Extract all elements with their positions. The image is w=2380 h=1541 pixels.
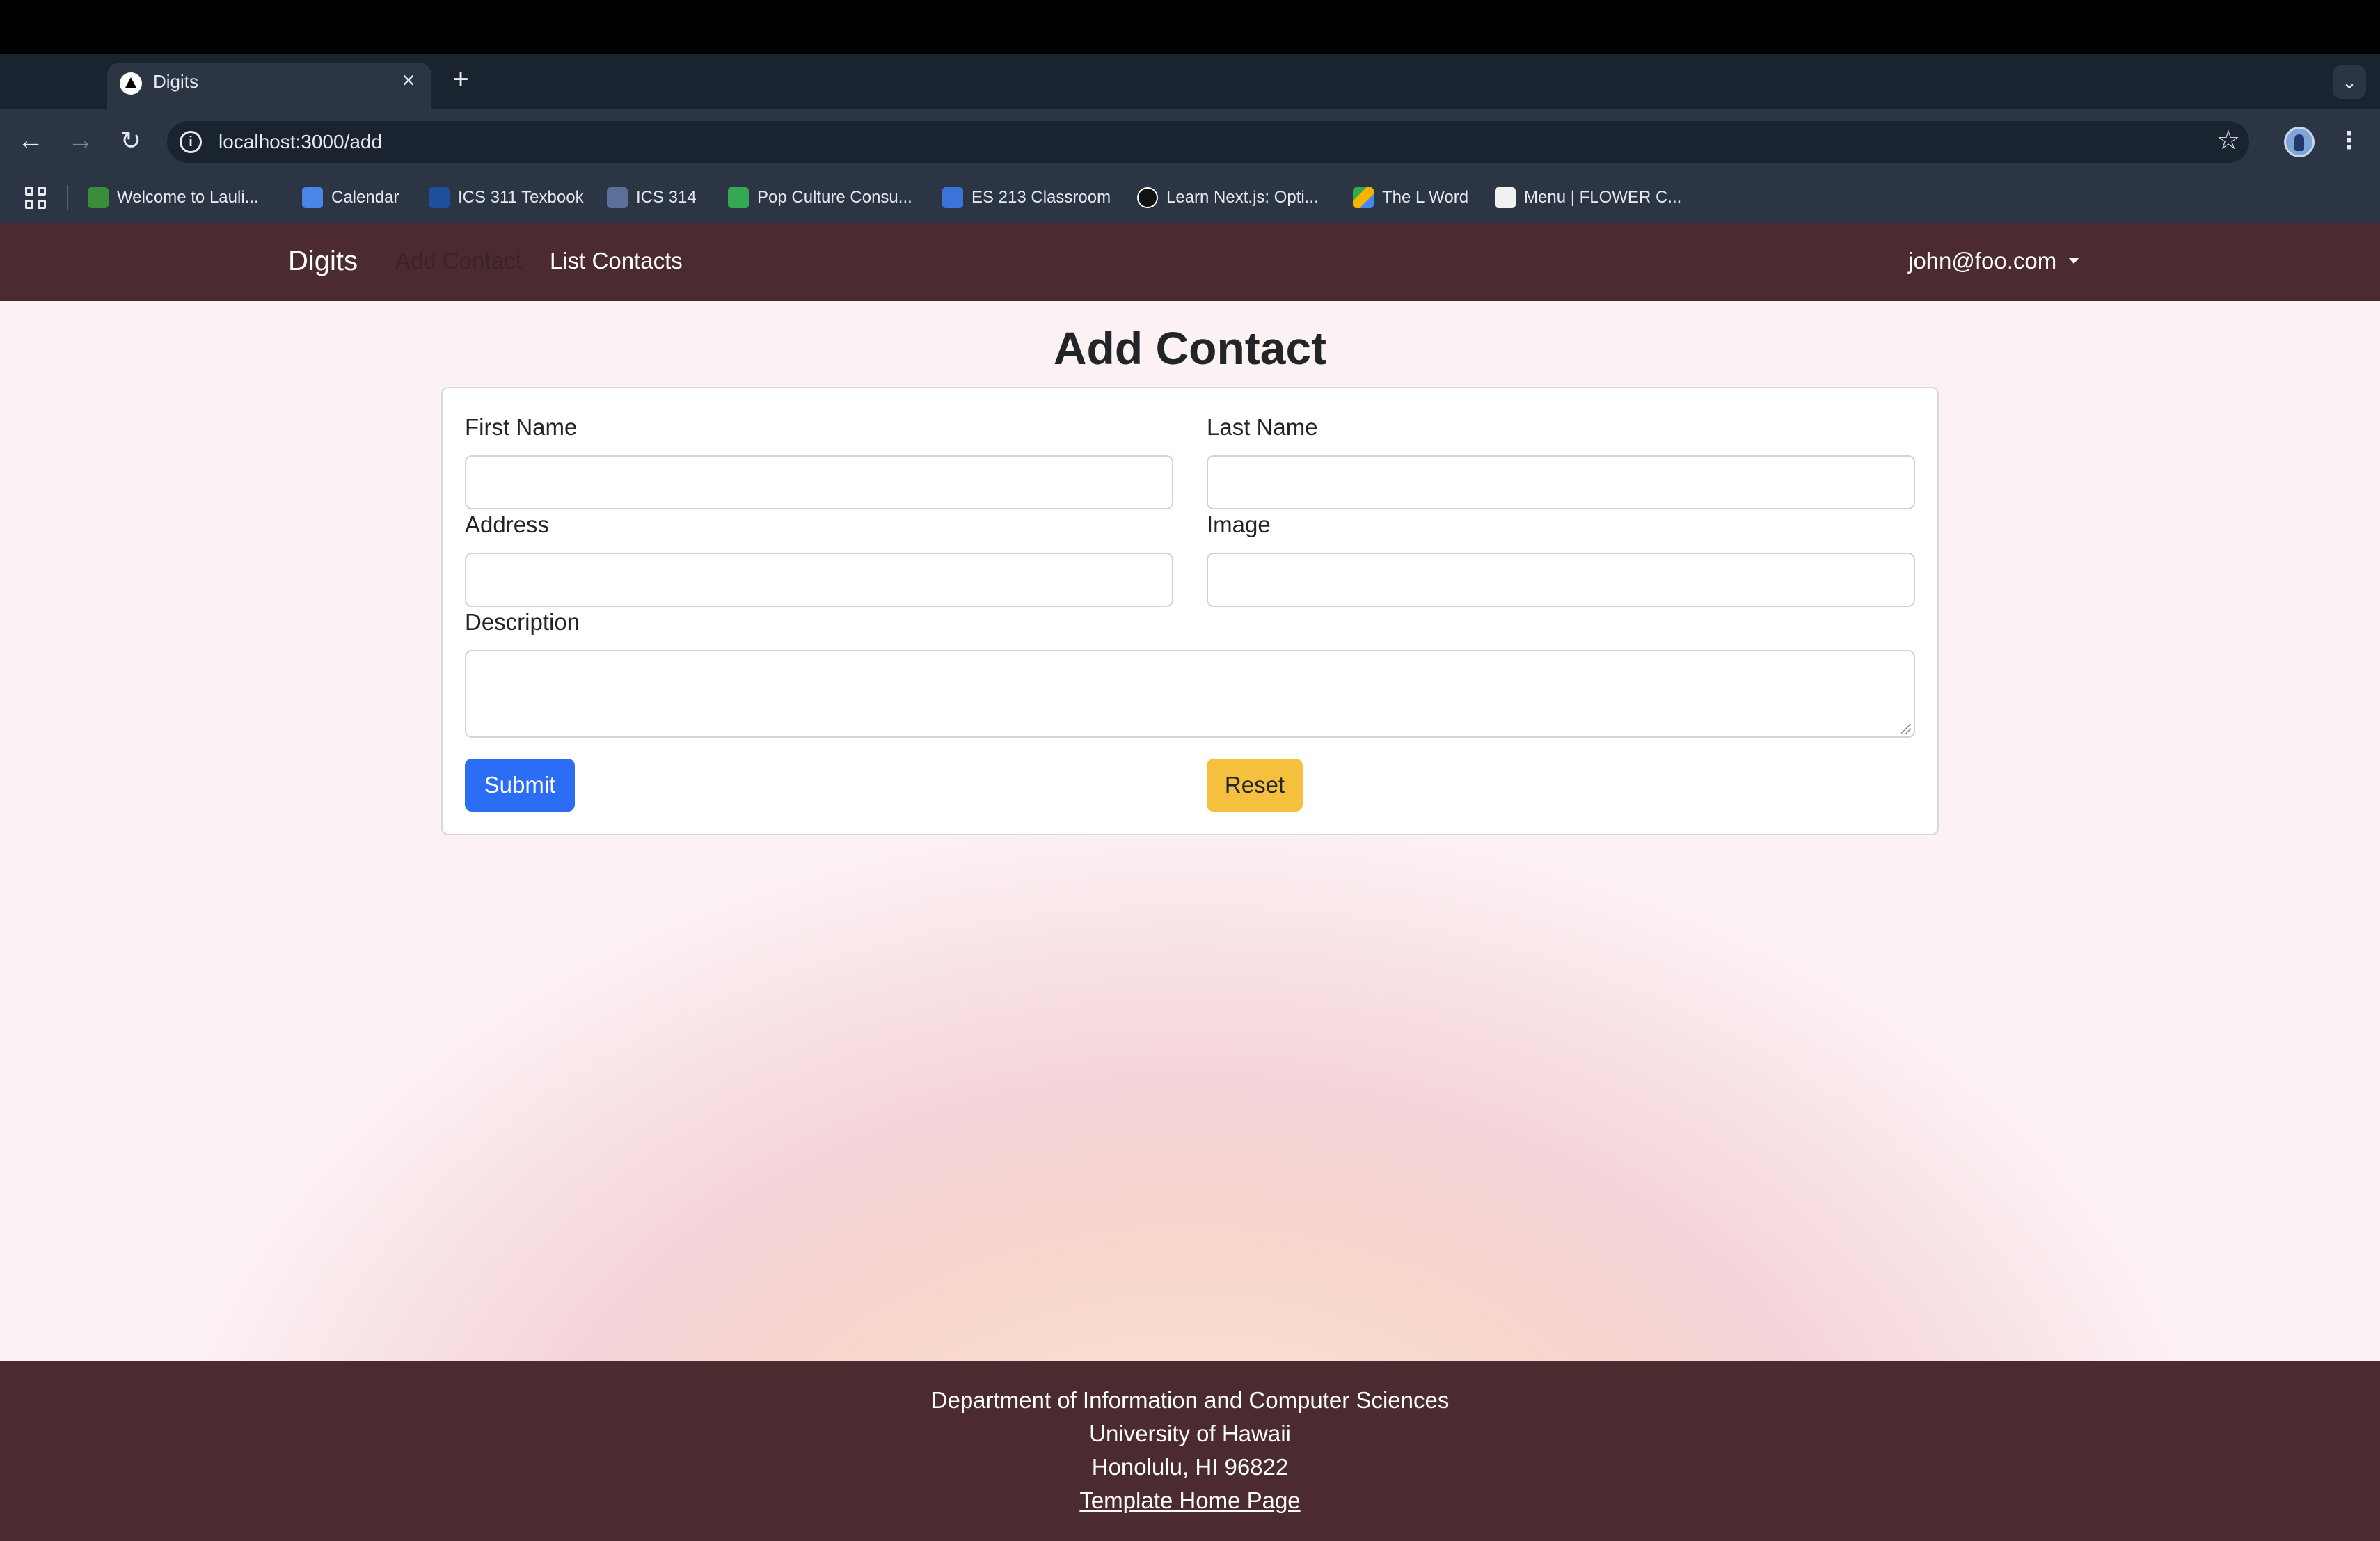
apps-grid-icon[interactable]	[25, 187, 47, 209]
form-card	[441, 387, 1939, 835]
info-icon[interactable]: i	[180, 131, 202, 153]
chevron-down-icon[interactable]: ⌄	[2333, 65, 2366, 99]
last-name-input[interactable]	[1207, 455, 1915, 509]
plus-icon[interactable]: +	[447, 65, 475, 93]
reset-button[interactable]: Reset	[1207, 759, 1303, 812]
back-arrow-icon[interactable]: ←	[14, 124, 47, 157]
user-dropdown[interactable]: john@foo.com	[1908, 246, 2056, 276]
image-label: Image	[1207, 512, 1271, 537]
last-name-label: Last Name	[1207, 414, 1318, 440]
brand-link[interactable]: Digits	[288, 244, 358, 278]
bookmark-item[interactable]: ES 213 Classroom	[942, 185, 1111, 210]
profile-avatar[interactable]	[2284, 127, 2315, 157]
bookmark-item[interactable]: ICS 311 Texbook	[429, 185, 584, 210]
close-icon[interactable]: ×	[397, 68, 420, 92]
sheets-icon	[728, 187, 749, 208]
bookmark-item[interactable]: Learn Next.js: Opti...	[1137, 185, 1319, 210]
address-label: Address	[465, 512, 550, 537]
description-label: Description	[465, 609, 580, 635]
url-text[interactable]: localhost:3000/add	[219, 129, 382, 155]
nav-list-contacts[interactable]: List Contacts	[550, 246, 683, 276]
bookmark-item[interactable]: The L Word	[1353, 185, 1468, 210]
template-home-link[interactable]: Template Home Page	[0, 1485, 2380, 1516]
first-name-label: First Name	[465, 414, 578, 440]
page-title: Add Contact	[1053, 322, 1327, 374]
submit-button[interactable]: Submit	[465, 759, 575, 812]
bookmark-item[interactable]: Calendar	[302, 185, 399, 210]
os-top-bar	[0, 0, 2380, 54]
leaf-icon	[88, 187, 109, 208]
classroom-icon	[942, 187, 963, 208]
drive-icon	[1353, 187, 1374, 208]
footer-university: University of Hawaii	[1089, 1421, 1291, 1446]
tab-title: Digits	[153, 71, 199, 92]
description-textarea[interactable]	[465, 650, 1915, 738]
book-icon	[429, 187, 450, 208]
more-vert-icon[interactable]: ⋮	[2334, 125, 2365, 156]
square-icon	[607, 187, 628, 208]
image-input[interactable]	[1207, 553, 1915, 607]
bookmarks-divider	[67, 185, 68, 210]
bookmark-item[interactable]: Pop Culture Consu...	[728, 185, 912, 210]
bookmark-item[interactable]: ICS 314	[607, 185, 697, 210]
footer-address: Honolulu, HI 96822	[1091, 1454, 1289, 1480]
caret-down-icon[interactable]	[2068, 258, 2079, 264]
bookmark-item[interactable]: Welcome to Lauli...	[88, 185, 259, 210]
calendar-icon	[302, 187, 323, 208]
address-bar[interactable]	[167, 121, 2249, 163]
tab-favicon-icon	[120, 72, 142, 95]
forward-arrow-icon[interactable]: →	[64, 124, 97, 157]
nav-add-contact[interactable]: Add Contact	[395, 246, 522, 276]
footer-department: Department of Information and Computer S…	[930, 1387, 1450, 1413]
address-input[interactable]	[465, 553, 1173, 607]
first-name-input[interactable]	[465, 455, 1173, 509]
bookmark-item[interactable]: Menu | FLOWER C...	[1495, 185, 1681, 210]
resize-grip-icon[interactable]	[1901, 724, 1911, 734]
nextjs-icon	[1137, 187, 1158, 208]
reload-icon[interactable]: ↻	[114, 124, 148, 157]
flower-icon	[1495, 187, 1516, 208]
star-icon[interactable]: ☆	[2213, 125, 2244, 156]
